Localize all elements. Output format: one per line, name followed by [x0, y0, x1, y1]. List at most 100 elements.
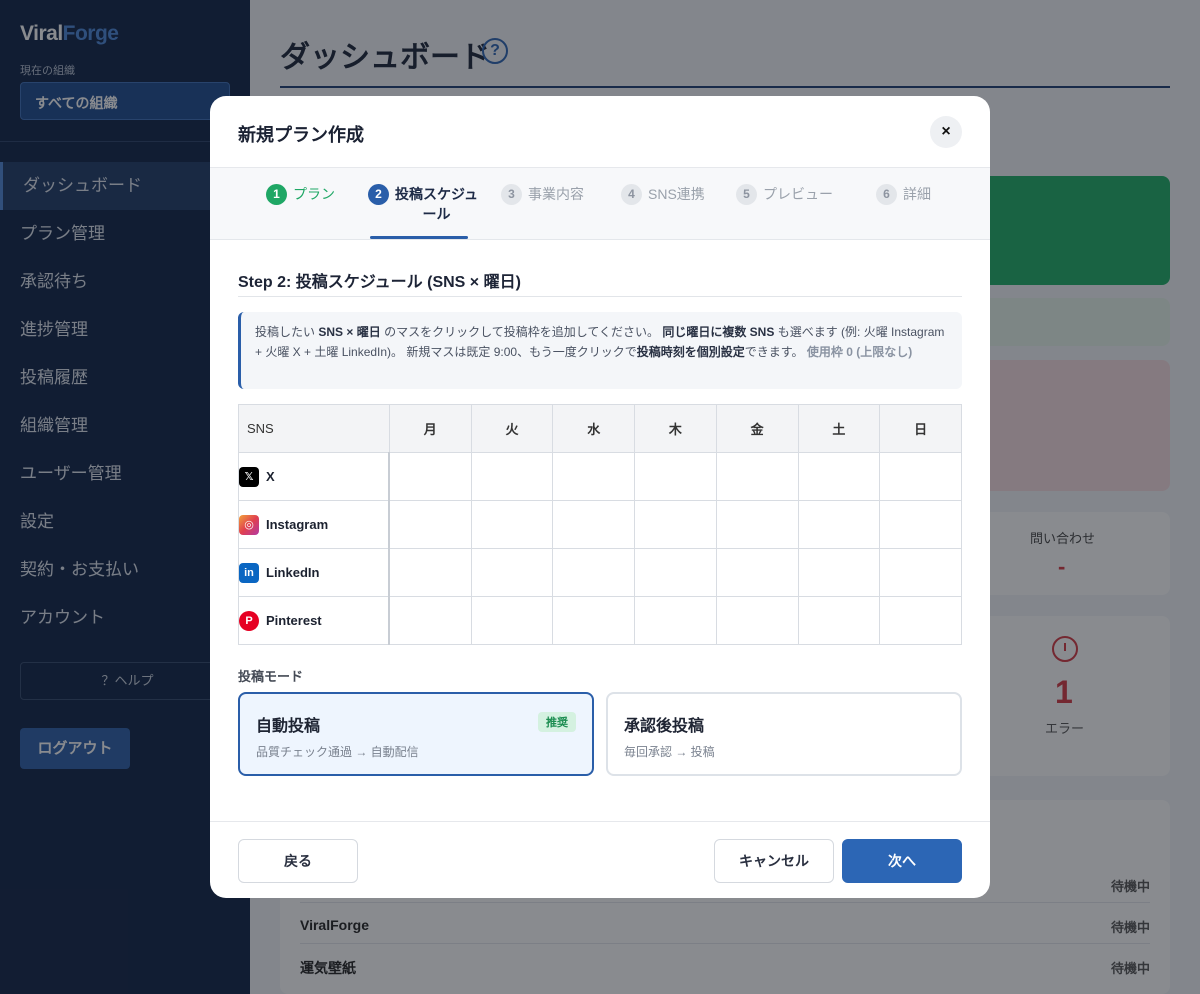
step-number: 6: [876, 184, 897, 205]
grid-header-wed: 水: [552, 404, 636, 453]
sns-cell: ◎ Instagram: [238, 500, 391, 549]
slot-cell[interactable]: [879, 452, 962, 501]
new-plan-modal: 新規プラン作成 × 1 プラン 2 投稿スケジュ ール 3 事業内容 4 SNS連…: [210, 96, 990, 898]
step-business[interactable]: 3 事業内容: [501, 184, 584, 205]
instagram-icon: ◎: [239, 514, 259, 535]
slot-cell[interactable]: [552, 500, 636, 549]
info-emphasis: 同じ曜日に複数 SNS: [662, 325, 775, 339]
step-label-line1: 投稿スケジュ: [395, 186, 479, 202]
option-title: 自動投稿: [256, 718, 321, 735]
step-label: プレビュー: [763, 186, 833, 202]
slot-cell[interactable]: [715, 548, 799, 597]
schedule-grid: SNS 月 火 水 木 金 土 日 𝕏X ◎ Instagram in Link…: [238, 404, 962, 645]
option-description: 毎回承認 → 投稿: [624, 745, 715, 759]
slot-cell[interactable]: [797, 452, 881, 501]
slot-cell[interactable]: [634, 596, 717, 645]
close-icon[interactable]: ×: [930, 116, 962, 148]
modal-header: 新規プラン作成 ×: [210, 96, 990, 168]
slot-cell[interactable]: [797, 596, 881, 645]
step-indicator: 1 プラン 2 投稿スケジュ ール 3 事業内容 4 SNS連携 5 プレビュー …: [210, 168, 990, 240]
info-emphasis: SNS × 曜日: [318, 325, 381, 339]
x-icon: 𝕏: [239, 466, 259, 487]
step-label: プラン: [293, 186, 335, 202]
step-schedule[interactable]: 2 投稿スケジュ ール: [368, 184, 478, 224]
active-step-underline: [370, 236, 468, 239]
step-details[interactable]: 6 詳細: [876, 184, 931, 205]
slot-cell[interactable]: [470, 452, 554, 501]
step-label: 詳細: [903, 186, 931, 202]
sns-cell: 𝕏X: [238, 452, 391, 501]
pinterest-icon: P: [239, 610, 259, 631]
step-label: SNS連携: [648, 186, 705, 202]
grid-row-linkedin: in LinkedIn: [238, 548, 962, 597]
slot-cell[interactable]: [388, 548, 472, 597]
slot-cell[interactable]: [470, 596, 554, 645]
step-number: 3: [501, 184, 522, 205]
slot-cell[interactable]: [470, 500, 554, 549]
sns-name: Pinterest: [266, 613, 322, 628]
option-title: 承認後投稿: [624, 718, 705, 735]
step-number: 4: [621, 184, 642, 205]
slot-cell[interactable]: [552, 548, 636, 597]
sns-name: Instagram: [266, 517, 329, 532]
slot-cell[interactable]: [634, 452, 717, 501]
slot-cell[interactable]: [797, 548, 881, 597]
next-button[interactable]: 次へ: [842, 839, 962, 883]
info-text: のマスをクリックして投稿枠を追加してください。: [384, 325, 659, 339]
slot-cell[interactable]: [715, 452, 799, 501]
slot-cell[interactable]: [715, 596, 799, 645]
step-number: 2: [368, 184, 389, 205]
slot-cell[interactable]: [388, 452, 472, 501]
step-label: 事業内容: [528, 186, 584, 202]
grid-header-sun: 日: [879, 404, 962, 453]
step-number: 5: [736, 184, 757, 205]
modal-footer: 戻る キャンセル 次へ: [210, 821, 990, 898]
recommended-badge: 推奨: [538, 712, 576, 732]
grid-header-sns: SNS: [238, 404, 390, 453]
step-number: 1: [266, 184, 287, 205]
slot-cell[interactable]: [634, 548, 717, 597]
grid-header-sat: 土: [797, 404, 881, 453]
slot-cell[interactable]: [388, 596, 472, 645]
sns-name: X: [266, 469, 275, 484]
heading-divider: [238, 296, 962, 297]
approval-post-option[interactable]: 承認後投稿 毎回承認 → 投稿: [606, 692, 962, 776]
linkedin-icon: in: [239, 562, 259, 583]
slot-cell[interactable]: [634, 500, 717, 549]
grid-row-instagram: ◎ Instagram: [238, 500, 962, 549]
slot-cell[interactable]: [797, 500, 881, 549]
step-plan[interactable]: 1 プラン: [266, 184, 335, 205]
slot-cell[interactable]: [388, 500, 472, 549]
usage-quota: 使用枠 0 (上限なし): [806, 345, 913, 359]
step-sns[interactable]: 4 SNS連携: [621, 184, 705, 205]
info-text: 投稿したい: [255, 325, 316, 339]
sns-cell: P Pinterest: [238, 596, 391, 645]
slot-cell[interactable]: [552, 596, 636, 645]
step-label-line2: ール: [422, 206, 451, 222]
grid-header-tue: 火: [470, 404, 554, 453]
step-heading: Step 2: 投稿スケジュール (SNS × 曜日): [238, 274, 521, 291]
auto-post-option[interactable]: 自動投稿 推奨 品質チェック通過 → 自動配信: [238, 692, 594, 776]
slot-cell[interactable]: [879, 596, 962, 645]
sns-cell: in LinkedIn: [238, 548, 391, 597]
slot-cell[interactable]: [879, 500, 962, 549]
slot-cell[interactable]: [470, 548, 554, 597]
cancel-button[interactable]: キャンセル: [714, 839, 834, 883]
modal-title: 新規プラン作成: [238, 125, 364, 145]
slot-cell[interactable]: [715, 500, 799, 549]
step-preview[interactable]: 5 プレビュー: [736, 184, 833, 205]
step-label: 投稿スケジュ ール: [395, 184, 478, 224]
post-mode-label: 投稿モード: [238, 669, 304, 684]
back-button[interactable]: 戻る: [238, 839, 358, 883]
slot-cell[interactable]: [879, 548, 962, 597]
grid-row-pinterest: P Pinterest: [238, 596, 962, 645]
grid-header-mon: 月: [388, 404, 472, 453]
grid-row-x: 𝕏X: [238, 452, 962, 501]
grid-header-fri: 金: [715, 404, 799, 453]
grid-header-thu: 木: [634, 404, 717, 453]
slot-cell[interactable]: [552, 452, 636, 501]
option-description: 品質チェック通過 → 自動配信: [256, 745, 419, 759]
info-text: できます。: [744, 345, 804, 359]
info-callout: 投稿したい SNS × 曜日 のマスをクリックして投稿枠を追加してください。 同…: [238, 312, 962, 389]
sns-name: LinkedIn: [266, 565, 320, 580]
